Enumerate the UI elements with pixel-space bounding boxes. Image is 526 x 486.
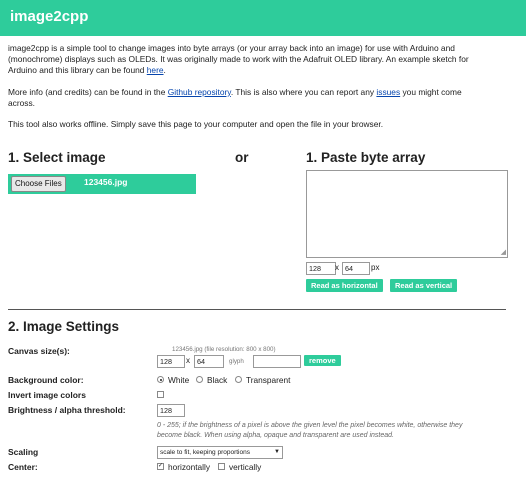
glyph-label: glyph <box>229 358 244 365</box>
issues-link[interactable]: issues <box>376 87 400 97</box>
select-image-heading: 1. Select image <box>8 150 106 165</box>
array-width-input[interactable]: 128 <box>306 262 336 275</box>
canvas-width-input[interactable]: 128 <box>157 355 185 368</box>
image-settings-heading: 2. Image Settings <box>8 319 120 334</box>
center-vertical-label: vertically <box>229 462 262 472</box>
app-title: image2cpp <box>10 8 89 25</box>
bg-white-radio[interactable] <box>157 376 164 383</box>
bg-transparent-label: Transparent <box>246 375 291 385</box>
more-info-line-1: More info (and credits) can be found in … <box>8 87 462 98</box>
threshold-label: Brightness / alpha threshold: <box>8 405 126 415</box>
threshold-description: 0 - 255; if the brightness of a pixel is… <box>157 421 507 441</box>
intro-line-1: image2cpp is a simple tool to change ima… <box>8 43 455 53</box>
center-label: Center: <box>8 462 38 472</box>
bg-white-label: White <box>168 375 190 385</box>
offline-note: This tool also works offline. Simply sav… <box>8 119 384 129</box>
byte-array-textarea[interactable]: ◢ <box>306 170 508 258</box>
canvas-x-label: x <box>186 356 190 365</box>
threshold-desc-line-2: become black. When using alpha, opaque a… <box>157 432 394 439</box>
bg-black-label: Black <box>207 375 228 385</box>
more-info-text-3: you might come <box>400 87 462 97</box>
background-color-label: Background color: <box>8 375 84 385</box>
array-unit-label: px <box>371 263 380 272</box>
choose-files-button[interactable]: Choose Files <box>11 176 66 192</box>
read-vertical-button[interactable]: Read as vertical <box>390 279 458 292</box>
here-link[interactable]: here <box>147 65 164 75</box>
selected-file-name: 123456.jpg <box>84 177 128 187</box>
app-header: image2cpp <box>0 0 526 36</box>
paste-array-heading: 1. Paste byte array <box>306 150 426 165</box>
dropdown-arrow-icon: ▼ <box>274 449 280 455</box>
bg-black-radio[interactable] <box>196 376 203 383</box>
more-info-line-2: across. <box>8 98 35 108</box>
scaling-select[interactable]: scale to fit, keeping proportions ▼ <box>157 446 283 459</box>
intro-text-end: . <box>163 65 166 75</box>
invert-colors-label: Invert image colors <box>8 390 86 400</box>
invert-colors-checkbox[interactable] <box>157 391 164 398</box>
center-vertical-checkbox[interactable] <box>218 463 225 470</box>
scaling-label: Scaling <box>8 447 39 457</box>
center-horizontal-checkbox[interactable]: ✓ <box>157 463 164 470</box>
canvas-height-input[interactable]: 64 <box>194 355 224 368</box>
scaling-value: scale to fit, keeping proportions <box>160 449 250 456</box>
intro-line-2: (monochrome) displays such as OLEDs. It … <box>8 54 469 64</box>
intro-text: Arduino and this library can be found <box>8 65 147 75</box>
glyph-input[interactable] <box>253 355 301 368</box>
read-horizontal-button[interactable]: Read as horizontal <box>306 279 383 292</box>
canvas-file-note: 123456.jpg (file resolution: 800 x 800) <box>172 346 276 353</box>
intro-line-3: Arduino and this library can be found he… <box>8 65 166 76</box>
threshold-input[interactable]: 128 <box>157 404 185 417</box>
or-label: or <box>235 150 249 165</box>
array-height-input[interactable]: 64 <box>342 262 370 275</box>
section-divider <box>8 309 506 310</box>
center-horizontal-label: horizontally <box>168 462 210 472</box>
resize-grip-icon[interactable]: ◢ <box>501 249 506 256</box>
canvas-size-label: Canvas size(s): <box>8 346 70 356</box>
github-link[interactable]: Github repository <box>168 87 231 97</box>
threshold-desc-line-1: 0 - 255; if the brightness of a pixel is… <box>157 422 463 429</box>
bg-transparent-radio[interactable] <box>235 376 242 383</box>
remove-button[interactable]: remove <box>304 355 341 366</box>
more-info-text-2: . This is also where you can report any <box>230 87 377 97</box>
array-x-label: x <box>335 263 339 272</box>
more-info-text: More info (and credits) can be found in … <box>8 87 168 97</box>
